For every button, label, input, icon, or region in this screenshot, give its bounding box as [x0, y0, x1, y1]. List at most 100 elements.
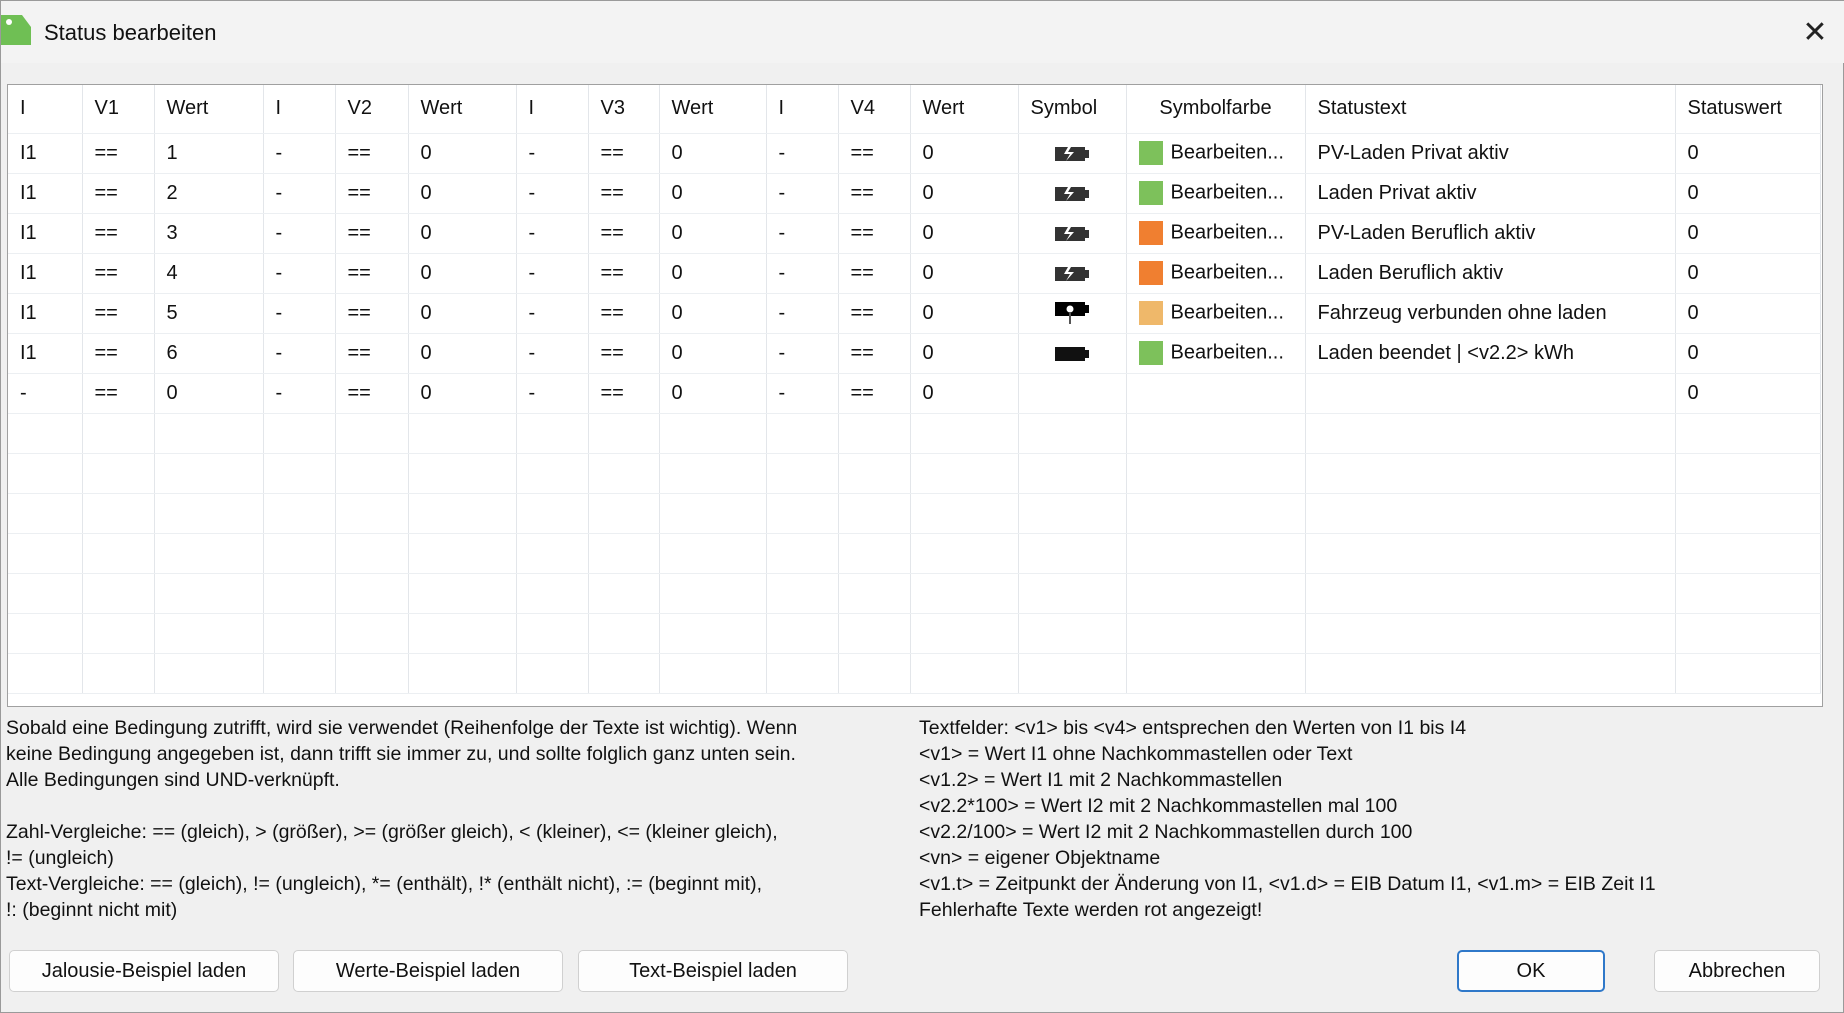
symbol-color-cell[interactable] [1126, 413, 1306, 454]
table-cell[interactable] [516, 493, 589, 534]
table-row[interactable] [8, 493, 1821, 534]
table-cell[interactable]: == [82, 173, 155, 214]
status-value-cell[interactable]: 0 [1675, 173, 1821, 214]
table-cell[interactable] [516, 533, 589, 574]
table-cell[interactable] [335, 453, 409, 494]
symbol-cell[interactable] [1018, 173, 1127, 214]
symbol-color-cell[interactable] [1126, 533, 1306, 574]
table-cell[interactable] [154, 573, 264, 614]
status-text-cell[interactable] [1305, 373, 1676, 414]
table-cell[interactable]: == [335, 253, 409, 294]
table-cell[interactable] [263, 453, 336, 494]
table-cell[interactable] [588, 533, 660, 574]
column-header[interactable]: I [766, 85, 839, 134]
column-header[interactable]: I [8, 85, 83, 134]
table-cell[interactable] [910, 453, 1019, 494]
table-cell[interactable]: 0 [408, 253, 517, 294]
table-cell[interactable] [408, 453, 517, 494]
table-cell[interactable]: - [516, 333, 589, 374]
table-cell[interactable] [659, 533, 767, 574]
table-cell[interactable]: == [838, 373, 911, 414]
table-cell[interactable] [408, 413, 517, 454]
status-text-cell[interactable] [1305, 413, 1676, 454]
table-cell[interactable]: == [838, 253, 911, 294]
table-cell[interactable]: 0 [659, 173, 767, 214]
table-cell[interactable]: 4 [154, 253, 264, 294]
table-cell[interactable]: I1 [8, 173, 83, 214]
table-cell[interactable]: - [263, 373, 336, 414]
column-header[interactable]: Statuswert [1675, 85, 1821, 134]
column-header[interactable]: V3 [588, 85, 660, 134]
symbol-color-cell[interactable] [1126, 493, 1306, 534]
table-cell[interactable] [838, 493, 911, 534]
table-cell[interactable]: 0 [408, 133, 517, 174]
table-cell[interactable] [263, 493, 336, 534]
table-cell[interactable] [8, 653, 83, 694]
symbol-cell[interactable] [1018, 413, 1127, 454]
symbol-cell[interactable] [1018, 453, 1127, 494]
load-text-example-button[interactable]: Text-Beispiel laden [578, 950, 848, 992]
table-cell[interactable]: == [588, 213, 660, 254]
table-row[interactable]: - == 0- == 0- == 0- == 0 0 [8, 373, 1821, 414]
table-cell[interactable]: - [766, 173, 839, 214]
table-cell[interactable]: == [335, 173, 409, 214]
table-cell[interactable]: - [766, 253, 839, 294]
table-cell[interactable] [910, 573, 1019, 614]
table-cell[interactable]: 0 [659, 373, 767, 414]
table-cell[interactable] [910, 613, 1019, 654]
table-cell[interactable] [516, 413, 589, 454]
table-row[interactable] [8, 573, 1821, 614]
symbol-cell[interactable] [1018, 253, 1127, 294]
table-cell[interactable]: I1 [8, 293, 83, 334]
symbol-color-cell[interactable]: Bearbeiten... [1126, 253, 1306, 294]
table-cell[interactable]: 0 [910, 333, 1019, 374]
table-cell[interactable] [910, 533, 1019, 574]
table-cell[interactable] [516, 613, 589, 654]
table-cell[interactable] [588, 653, 660, 694]
status-value-cell[interactable] [1675, 453, 1821, 494]
table-cell[interactable]: 0 [154, 373, 264, 414]
table-cell[interactable] [516, 573, 589, 614]
table-cell[interactable] [408, 573, 517, 614]
table-cell[interactable] [154, 453, 264, 494]
table-cell[interactable]: == [838, 173, 911, 214]
table-row[interactable]: I1 == 6- == 0- == 0- == 0 Bearbeiten... Laden been… [8, 333, 1821, 374]
table-cell[interactable]: == [82, 213, 155, 254]
table-row[interactable] [8, 453, 1821, 494]
column-header[interactable]: Wert [659, 85, 767, 134]
table-cell[interactable] [8, 493, 83, 534]
status-text-cell[interactable]: Laden Privat aktiv [1305, 173, 1676, 214]
table-cell[interactable] [588, 493, 660, 534]
status-value-cell[interactable]: 0 [1675, 373, 1821, 414]
table-cell[interactable]: == [838, 333, 911, 374]
table-cell[interactable] [659, 413, 767, 454]
table-cell[interactable] [838, 413, 911, 454]
table-cell[interactable]: 0 [910, 293, 1019, 334]
table-cell[interactable] [659, 653, 767, 694]
table-cell[interactable] [910, 413, 1019, 454]
table-cell[interactable]: - [516, 133, 589, 174]
table-cell[interactable]: - [263, 173, 336, 214]
ok-button[interactable]: OK [1457, 950, 1605, 992]
status-value-cell[interactable]: 0 [1675, 253, 1821, 294]
column-header[interactable]: V2 [335, 85, 409, 134]
table-cell[interactable] [263, 533, 336, 574]
table-cell[interactable] [408, 493, 517, 534]
table-cell[interactable] [588, 613, 660, 654]
symbol-color-cell[interactable]: Bearbeiten... [1126, 133, 1306, 174]
status-text-cell[interactable]: Laden beendet | <v2.2> kWh [1305, 333, 1676, 374]
table-cell[interactable] [766, 493, 839, 534]
table-row[interactable]: I1 == 5- == 0- == 0- == 0 Bearbeiten... Fahrzeug v… [8, 293, 1821, 334]
table-cell[interactable] [82, 533, 155, 574]
table-cell[interactable]: - [766, 333, 839, 374]
table-cell[interactable]: == [335, 133, 409, 174]
table-cell[interactable]: == [588, 133, 660, 174]
table-cell[interactable] [335, 613, 409, 654]
column-header[interactable]: Symbol [1018, 85, 1127, 134]
table-cell[interactable] [659, 493, 767, 534]
status-text-cell[interactable] [1305, 493, 1676, 534]
table-cell[interactable]: - [516, 293, 589, 334]
table-cell[interactable]: - [263, 333, 336, 374]
table-cell[interactable] [408, 533, 517, 574]
table-cell[interactable] [516, 653, 589, 694]
